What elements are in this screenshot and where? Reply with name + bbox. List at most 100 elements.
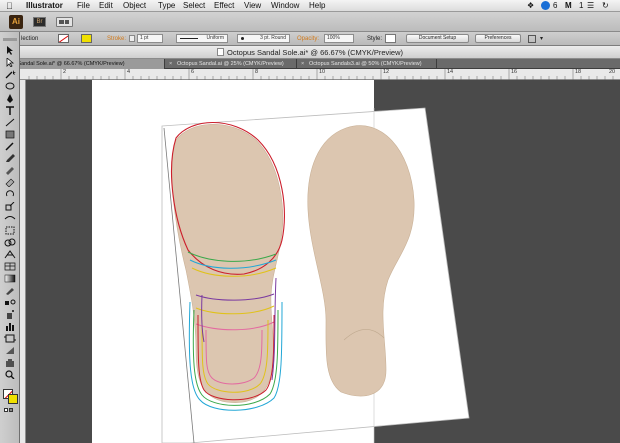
- menu-item-select[interactable]: Select: [183, 1, 205, 10]
- menu-bar:  Illustrator File Edit Object Type Sele…: [0, 0, 620, 12]
- menu-item-view[interactable]: View: [244, 1, 261, 10]
- panel-menu-icon[interactable]: ▾: [540, 35, 546, 43]
- stroke-swatch[interactable]: [81, 34, 92, 43]
- free-transform-tool-icon[interactable]: [4, 222, 16, 235]
- zoom-tool-icon[interactable]: [4, 366, 16, 380]
- grid-icon-part: [65, 20, 69, 24]
- opacity-label[interactable]: Opacity:: [297, 36, 319, 42]
- menu-item-type[interactable]: Type: [158, 1, 175, 10]
- eyedropper-tool-icon[interactable]: [4, 282, 16, 295]
- menu-item-help[interactable]: Help: [309, 1, 325, 10]
- panel-grip[interactable]: [3, 38, 17, 41]
- selection-label: lection: [21, 36, 39, 42]
- arrange-documents-button[interactable]: [56, 17, 73, 27]
- tab-label: opus Sandal Sole.ai* @ 66.67% (CMYK/Prev…: [4, 61, 125, 67]
- wifi-icon[interactable]: ☰: [587, 1, 594, 10]
- dropbox-icon[interactable]: ❖: [527, 1, 534, 10]
- tab-label: Octopus Sandal.ai @ 25% (CMYK/Preview): [177, 61, 284, 67]
- brush-value: 3 pt. Round: [260, 35, 286, 41]
- brush-dot-icon: [241, 37, 244, 40]
- menu-item-effect[interactable]: Effect: [214, 1, 234, 10]
- tab-octopus-sandals3[interactable]: × Octopus Sandals3.ai @ 50% (CMYK/Preview…: [297, 59, 437, 69]
- magic-wand-tool-icon[interactable]: [4, 66, 16, 79]
- ruler-label: 4: [127, 69, 131, 75]
- time-machine-icon[interactable]: ↻: [602, 1, 609, 10]
- stroke-weight-field[interactable]: 1 pt: [137, 34, 163, 43]
- width-tool-icon[interactable]: [4, 210, 16, 220]
- pen-tool-icon[interactable]: [4, 90, 16, 103]
- type-tool-icon[interactable]: [4, 102, 16, 115]
- ai-logo: Ai: [9, 15, 23, 29]
- status-badge-count: 6: [553, 1, 558, 10]
- profile-line-icon: [180, 38, 198, 39]
- status-app-count: 1: [579, 1, 584, 10]
- horizontal-ruler[interactable]: 2 4 6 8 10 12 14 16 18 20: [20, 69, 620, 80]
- paintbrush-tool-icon[interactable]: [4, 138, 16, 151]
- profile-value: Uniform: [206, 35, 224, 41]
- document-tab-bar: opus Sandal Sole.ai* @ 66.67% (CMYK/Prev…: [0, 59, 620, 69]
- artwork: [161, 107, 470, 443]
- hand-tool-icon[interactable]: [4, 354, 16, 367]
- direct-selection-tool-icon[interactable]: [4, 54, 16, 68]
- tab-octopus-sandal[interactable]: × Octopus Sandal.ai @ 25% (CMYK/Preview): [165, 59, 297, 69]
- rotate-tool-icon[interactable]: [4, 186, 16, 197]
- scale-tool-icon[interactable]: [4, 198, 16, 211]
- app-status-icon[interactable]: [541, 1, 550, 10]
- selection-tool-icon[interactable]: [4, 42, 16, 55]
- stroke-color-box[interactable]: [8, 394, 18, 404]
- gradient-tool-icon[interactable]: [4, 270, 16, 283]
- menu-item-file[interactable]: File: [77, 1, 90, 10]
- opacity-field[interactable]: 100%: [324, 34, 354, 43]
- mesh-tool-icon[interactable]: [4, 258, 16, 271]
- app-menu[interactable]: Illustrator: [26, 1, 63, 10]
- gradient-icon[interactable]: [9, 408, 13, 412]
- tab-label: Octopus Sandals3.ai @ 50% (CMYK/Preview): [309, 61, 422, 67]
- perspective-grid-tool-icon[interactable]: [4, 246, 16, 259]
- rectangle-tool-icon[interactable]: [4, 126, 16, 139]
- grid-icon: [59, 20, 64, 24]
- line-segment-tool-icon[interactable]: [4, 114, 16, 127]
- window-title: Octopus Sandal Sole.ai* @ 66.67% (CMYK/P…: [226, 48, 404, 57]
- document-setup-button[interactable]: Document Setup: [406, 34, 469, 43]
- lasso-tool-icon[interactable]: [4, 78, 16, 90]
- stroke-label[interactable]: Stroke:: [107, 36, 126, 42]
- ruler-label: 16: [511, 69, 518, 75]
- close-icon[interactable]: ×: [301, 59, 309, 69]
- color-mode-buttons[interactable]: [4, 408, 17, 413]
- menu-item-edit[interactable]: Edit: [99, 1, 113, 10]
- blend-tool-icon[interactable]: [4, 294, 16, 305]
- menu-item-window[interactable]: Window: [271, 1, 299, 10]
- eraser-tool-icon[interactable]: [4, 174, 16, 188]
- none-slash-icon: [59, 35, 68, 42]
- artboard-tool-icon[interactable]: [4, 330, 16, 343]
- slice-tool-icon[interactable]: [4, 342, 16, 354]
- document-icon: [216, 48, 224, 56]
- close-icon[interactable]: ×: [169, 59, 177, 69]
- stroke-stepper[interactable]: [129, 35, 135, 42]
- style-label: Style:: [367, 36, 383, 42]
- ruler-label: 10: [319, 69, 326, 75]
- align-icon[interactable]: [528, 35, 536, 43]
- mail-icon[interactable]: M: [565, 1, 572, 10]
- bridge-button[interactable]: Br: [33, 17, 46, 27]
- application-bar: Ai Br: [0, 12, 620, 32]
- ruler-label: 2: [63, 69, 67, 75]
- preferences-button[interactable]: Preferences: [475, 34, 521, 43]
- brush-definition-select[interactable]: 3 pt. Round: [237, 34, 290, 43]
- document-canvas[interactable]: [26, 80, 620, 443]
- shape-builder-tool-icon[interactable]: [4, 234, 16, 247]
- symbol-sprayer-tool-icon[interactable]: [4, 306, 16, 319]
- ruler-label: 12: [383, 69, 390, 75]
- pencil-tool-icon[interactable]: [4, 150, 16, 162]
- ruler-label: 18: [575, 69, 582, 75]
- ruler-label: 14: [447, 69, 454, 75]
- color-icon[interactable]: [4, 408, 8, 412]
- graphic-style-swatch[interactable]: [385, 34, 396, 43]
- menu-item-object[interactable]: Object: [123, 1, 146, 10]
- column-graph-tool-icon[interactable]: [4, 318, 16, 331]
- tab-octopus-sandal-sole[interactable]: opus Sandal Sole.ai* @ 66.67% (CMYK/Prev…: [0, 59, 165, 69]
- apple-icon[interactable]: : [6, 1, 13, 11]
- fill-swatch[interactable]: [58, 34, 69, 43]
- fill-dropdown-icon[interactable]: [70, 34, 75, 43]
- blob-brush-tool-icon[interactable]: [4, 162, 16, 175]
